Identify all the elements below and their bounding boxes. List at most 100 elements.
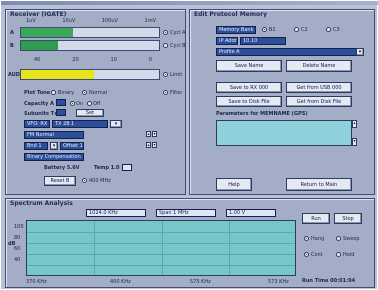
grid-line [229, 221, 230, 275]
spectrum-panel-title: Spectrum Analysis [10, 200, 73, 207]
main-window: Receiver (IGATE) 1uV 10uV 100uV 1mV A B … [0, 0, 378, 290]
reset-b-button[interactable]: Reset B [44, 176, 76, 186]
offset-spin-down[interactable]: ▾ [152, 142, 157, 148]
readout-center-frequency: 1024.0 KHz [86, 209, 146, 217]
grid-line [27, 254, 295, 255]
radio-sweep[interactable] [336, 236, 341, 241]
capacity-field[interactable] [56, 99, 66, 106]
radio-limit-label: Limit [170, 72, 183, 78]
vfo-label-field[interactable]: VFO: RX [24, 120, 50, 128]
subunits-set-button[interactable]: Set [76, 109, 104, 117]
frequency-button[interactable]: ▾ [110, 120, 122, 128]
radio-plot-normal[interactable] [82, 90, 87, 95]
save-to-rx-button[interactable]: Save to RX 000 [216, 82, 282, 93]
radio-plot-binary-label: Binary [58, 90, 75, 96]
band-field[interactable]: Bnd 1 [24, 142, 48, 150]
plot-tone-label: Plot Tone [24, 90, 51, 96]
y-tick-label: 100 [14, 224, 24, 230]
scale-tick: 0 [148, 57, 152, 63]
x-tick-label: 400 KHz [110, 279, 131, 285]
offset-spin-up[interactable]: ▴ [146, 142, 151, 148]
meter-a [20, 27, 160, 38]
memory-name-field[interactable]: Profile A [216, 48, 364, 56]
radio-bank-c3[interactable] [326, 27, 331, 32]
radio-bank-c2-label: C2 [301, 27, 308, 33]
memory-bank-field[interactable]: Memory Bank [216, 26, 256, 34]
mode-spin-up[interactable]: ▴ [146, 131, 151, 137]
stop-button[interactable]: Stop [334, 213, 362, 224]
grid-line [27, 232, 295, 233]
y-tick-label: 80 [14, 235, 21, 241]
get-from-usb-button[interactable]: Get from USB 000 [286, 82, 352, 93]
scale-tick: 1uV [26, 18, 36, 24]
radio-hold[interactable] [336, 252, 341, 257]
radio-bank-c3-label: C3 [333, 27, 340, 33]
y-tick-label: 60 [14, 246, 21, 252]
radio-capacity-off-label: Off [93, 101, 101, 107]
radio-bank-c2[interactable] [294, 27, 299, 32]
parameters-scroll-down[interactable]: ▾ [352, 138, 357, 146]
scale-top: 1uV 10uV 100uV 1mV [26, 18, 156, 24]
battery-label: Battery 5.6V [44, 165, 80, 171]
parameters-textarea[interactable] [216, 120, 352, 146]
x-tick-label: 370 KHz [26, 279, 47, 285]
offset-field[interactable]: Offset 1 [60, 142, 84, 150]
spectrum-plot[interactable] [26, 220, 296, 276]
memory-panel-title: Edit Protocol Memory [194, 11, 267, 18]
meter-a-fill [21, 28, 74, 37]
radio-cycle-b-label: Cycl B [170, 43, 186, 49]
delete-name-button[interactable]: Delete Name [286, 60, 352, 72]
radio-cont-label: Cont [311, 252, 323, 258]
grid-line [27, 243, 295, 244]
grid-line [162, 221, 163, 275]
frequency-field[interactable]: TX 28.1 [52, 120, 108, 128]
scale-tick: 40 [34, 57, 41, 63]
radio-bank-b1[interactable] [262, 27, 267, 32]
radio-cont[interactable] [304, 252, 309, 257]
ip-value-field[interactable]: 10.10 [240, 37, 286, 45]
scale-tick: 1mV [144, 18, 156, 24]
parameters-scroll-up[interactable]: ▴ [352, 120, 357, 128]
radio-plot-binary[interactable] [51, 90, 56, 95]
radio-bank-b1-label: B1 [269, 27, 276, 33]
receiver-panel: Receiver (IGATE) 1uV 10uV 100uV 1mV A B … [5, 9, 186, 195]
run-button[interactable]: Run [302, 213, 330, 224]
radio-hold-label: Hold [343, 252, 355, 258]
radio-capacity-on-label: On [76, 101, 84, 107]
radio-capacity-on[interactable] [70, 101, 75, 106]
y-tick-label: 40 [14, 257, 21, 263]
rate-label: 400 MHz [89, 178, 111, 184]
radio-capacity-off[interactable] [87, 101, 92, 106]
band-dropdown-button[interactable]: ▾ [50, 142, 58, 150]
radio-hang-label: Hang [311, 236, 325, 242]
return-to-main-button[interactable]: Return to Main [286, 178, 352, 191]
scale-tick: 10 [110, 57, 117, 63]
scale-tick: 20 [72, 57, 79, 63]
scale-tick: 100uV [101, 18, 118, 24]
shift-field[interactable]: Binary Compensation [24, 153, 84, 161]
audio-meter [20, 69, 160, 80]
radio-rate[interactable] [82, 178, 87, 183]
scale-audio: 40 20 10 0 [34, 57, 152, 63]
run-time-status: Run Time 00:01:04 [302, 278, 356, 284]
audio-meter-fill [21, 70, 95, 79]
save-name-button[interactable]: Save Name [216, 60, 282, 72]
radio-hang[interactable] [304, 236, 309, 241]
get-from-disk-button[interactable]: Get from Disk File [286, 96, 352, 107]
help-button[interactable]: Help [216, 178, 252, 191]
mode-spin-down[interactable]: ▾ [152, 131, 157, 137]
scale-tick: 10uV [62, 18, 76, 24]
subunits-field[interactable] [56, 109, 66, 116]
ip-label-field[interactable]: IP Addr [216, 37, 238, 45]
radio-cycle-b[interactable] [163, 43, 168, 48]
mode-field[interactable]: FM Normal [24, 131, 84, 139]
radio-limit[interactable] [163, 72, 168, 77]
save-to-disk-button[interactable]: Save to Disk File [216, 96, 282, 107]
radio-sweep-label: Sweep [343, 236, 360, 242]
grid-line [27, 265, 295, 266]
memory-name-dropdown[interactable]: ▾ [356, 48, 364, 56]
radio-filter[interactable] [163, 90, 168, 95]
meter-b-label: B [10, 43, 14, 49]
radio-cycle-a[interactable] [163, 30, 168, 35]
temp-field[interactable] [122, 164, 132, 171]
